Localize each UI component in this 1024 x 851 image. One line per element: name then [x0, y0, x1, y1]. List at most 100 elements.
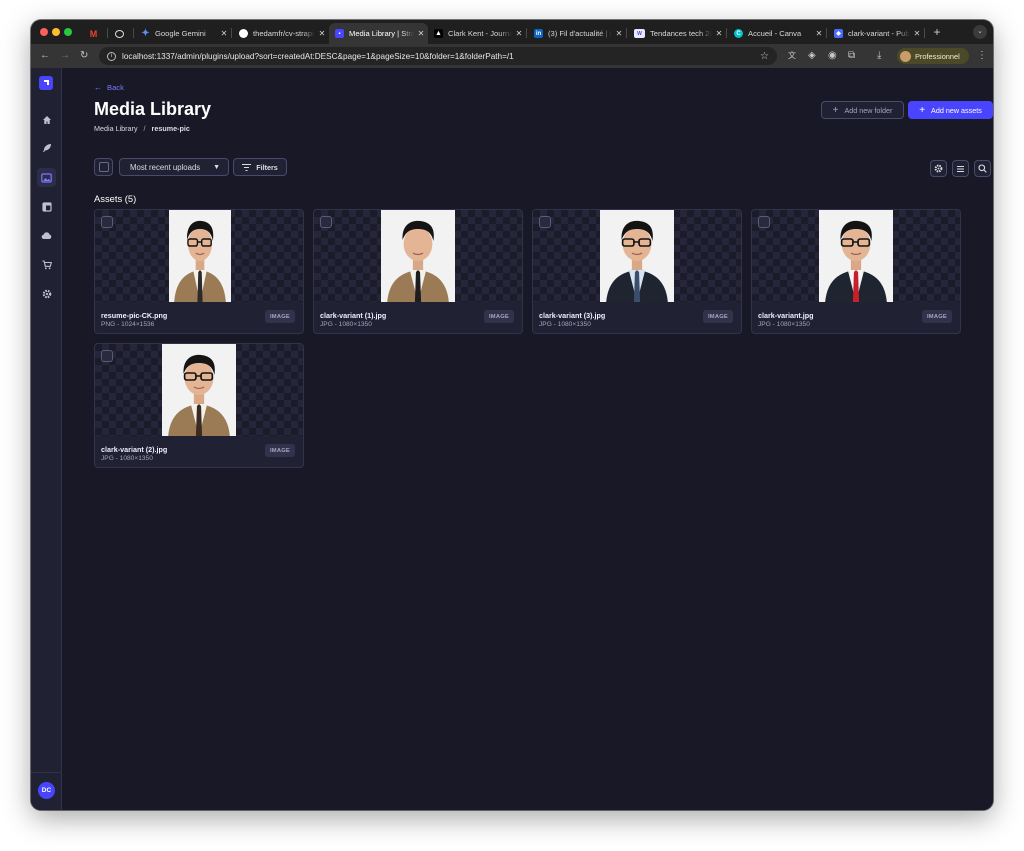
asset-name: clark-variant (2).jpg [101, 445, 168, 454]
gear-icon [42, 289, 51, 298]
settings-button[interactable] [930, 160, 947, 177]
tab-canva[interactable]: C Accueil - Canva ✕ [728, 23, 826, 44]
tab-gmail[interactable]: M [83, 23, 107, 44]
layout-icon [41, 201, 52, 212]
nav-content-manager[interactable] [37, 197, 56, 216]
camera-extension-icon[interactable]: ◉ [828, 49, 837, 63]
user-avatar[interactable]: DC [38, 782, 55, 799]
extension-icon[interactable]: ◈ [808, 49, 816, 63]
asset-card[interactable]: clark-variant (2).jpg JPG - 1080×1350 IMAG… [94, 343, 304, 468]
minimize-window-button[interactable] [52, 28, 60, 36]
asset-thumbnail[interactable] [533, 210, 741, 302]
strapi-logo[interactable] [39, 76, 53, 90]
tab-tendances[interactable]: W Tendances tech 2025 ✕ [628, 23, 726, 44]
tab-search-button[interactable]: ⌄ [973, 25, 987, 39]
add-new-folder-button[interactable]: + Add new folder [821, 101, 904, 119]
asset-checkbox[interactable] [101, 350, 113, 362]
browser-window: M ✦ Google Gemini ✕ thedamfr/cv-strapi ✕… [31, 20, 993, 810]
strapi-icon: ▪ [335, 29, 344, 38]
asset-thumbnail[interactable] [752, 210, 960, 302]
asset-card[interactable]: resume-pic-CK.png PNG - 1024×1536 IMAGE [94, 209, 304, 334]
nav-cloud[interactable] [37, 226, 56, 245]
add-new-assets-button[interactable]: + Add new assets [908, 101, 993, 119]
close-window-button[interactable] [40, 28, 48, 36]
asset-name: resume-pic-CK.png [101, 311, 168, 320]
reload-icon[interactable]: ↻ [80, 49, 88, 63]
more-menu-icon[interactable]: ⋮ [977, 49, 987, 63]
asset-checkbox[interactable] [101, 216, 113, 228]
back-link[interactable]: ← Back [94, 83, 124, 92]
nav-marketplace[interactable] [37, 255, 56, 274]
gmail-icon: M [89, 28, 98, 39]
tab-title: (3) Fil d'actualité | LinkedIn [548, 29, 612, 38]
close-icon[interactable]: ✕ [512, 29, 526, 38]
main-nav: DC [31, 68, 62, 810]
close-icon[interactable]: ✕ [910, 29, 924, 38]
tab-title: Clark Kent - Journal [448, 29, 512, 38]
filter-icon [242, 163, 252, 171]
tab-media-library[interactable]: ▪ Media Library | Strapi ✕ [329, 23, 428, 44]
translate-icon[interactable]: 文 [788, 49, 796, 63]
close-icon[interactable]: ✕ [414, 29, 428, 38]
nav-content-type-builder[interactable] [37, 138, 56, 157]
filters-button[interactable]: Filters [233, 158, 287, 176]
asset-thumbnail[interactable] [95, 210, 303, 302]
vercel-icon: ▲ [434, 29, 443, 38]
asset-checkbox[interactable] [539, 216, 551, 228]
close-icon[interactable]: ✕ [315, 29, 329, 38]
asset-name: clark-variant (3).jpg [539, 311, 606, 320]
asset-checkbox[interactable] [320, 216, 332, 228]
new-tab-button[interactable]: + [929, 24, 945, 40]
maximize-window-button[interactable] [64, 28, 72, 36]
profile-label: Professionnel [915, 51, 960, 61]
asset-thumbnail[interactable] [314, 210, 522, 302]
close-icon[interactable]: ✕ [217, 29, 231, 38]
close-icon[interactable]: ✕ [712, 29, 726, 38]
back-arrow-icon[interactable]: ← [40, 49, 50, 63]
download-icon[interactable]: ⤓ [877, 49, 881, 63]
plus-icon: + [919, 104, 926, 116]
tab-gemini[interactable]: ✦ Google Gemini ✕ [135, 23, 231, 44]
site-info-icon[interactable]: i [107, 51, 116, 61]
asset-thumbnail[interactable] [95, 344, 303, 436]
asset-meta: JPG - 1080×1350 [101, 455, 153, 462]
asset-card[interactable]: clark-variant (3).jpg JPG - 1080×1350 IMAG… [532, 209, 742, 334]
tab-title: thedamfr/cv-strapi [253, 29, 314, 38]
address-bar[interactable]: i localhost:1337/admin/plugins/upload?so… [99, 47, 777, 65]
tab-linkedin[interactable]: in (3) Fil d'actualité | LinkedIn ✕ [528, 23, 626, 44]
asset-card[interactable]: clark-variant (1).jpg JPG - 1080×1350 IMAG… [313, 209, 523, 334]
back-label: Back [107, 83, 124, 92]
nav-home[interactable] [37, 110, 56, 129]
nav-media-library[interactable] [37, 168, 56, 187]
strapi-app: DC ← Back Media Library Media Library / … [31, 68, 993, 810]
user-initials: DC [41, 787, 52, 794]
search-icon [978, 164, 987, 173]
tab-github[interactable]: thedamfr/cv-strapi ✕ [233, 23, 329, 44]
asset-card[interactable]: clark-variant.jpg JPG - 1080×1350 IMAGE [751, 209, 961, 334]
profile-button[interactable]: Professionnel [897, 48, 969, 64]
tab-journal[interactable]: ▲ Clark Kent - Journal ✕ [428, 23, 526, 44]
close-icon[interactable]: ✕ [612, 29, 626, 38]
portrait-image [162, 344, 236, 436]
sort-select[interactable]: Most recent uploads ▼ [119, 158, 229, 176]
breadcrumb-root[interactable]: Media Library [94, 124, 138, 133]
tab-clark-variant[interactable]: ◆ clark-variant - Public ✕ [828, 23, 924, 44]
search-button[interactable] [974, 160, 991, 177]
tab-chatgpt[interactable] [109, 23, 133, 44]
bookmark-star-icon[interactable]: ☆ [760, 51, 769, 62]
puzzle-icon[interactable]: ⧉ [848, 49, 855, 63]
plus-icon: + [832, 104, 839, 116]
select-all-checkbox[interactable] [94, 158, 113, 176]
portrait-image [819, 210, 893, 302]
list-view-button[interactable] [952, 160, 969, 177]
avatar [900, 50, 911, 62]
nav-settings[interactable] [37, 284, 56, 303]
close-icon[interactable]: ✕ [812, 29, 826, 38]
forward-arrow-icon[interactable]: → [60, 49, 70, 63]
asset-type-badge: IMAGE [264, 310, 295, 323]
asset-checkbox[interactable] [758, 216, 770, 228]
url-text: localhost:1337/admin/plugins/upload?sort… [122, 51, 514, 61]
caret-down-icon: ▼ [213, 163, 220, 171]
asset-name: clark-variant (1).jpg [320, 311, 387, 320]
list-icon [957, 165, 964, 172]
